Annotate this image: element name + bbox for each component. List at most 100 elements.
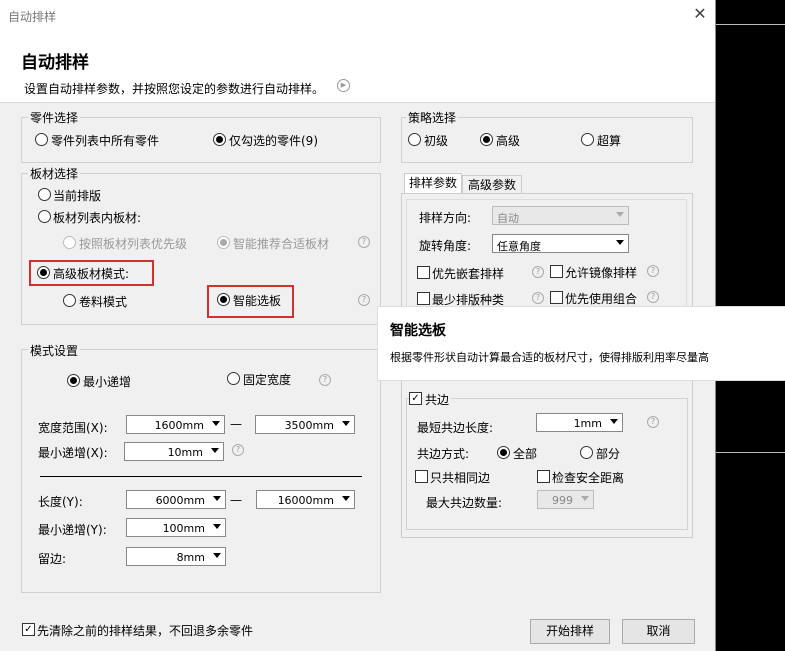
smart-select-tooltip: 智能选板 根据零件形状自动计算最合适的板材尺寸，使得排版利用率尽量高 xyxy=(377,306,785,381)
common-edge-title: 共边 xyxy=(423,391,452,408)
rotation-label: 旋转角度: xyxy=(419,239,472,253)
parts-all-radio[interactable] xyxy=(35,133,48,146)
auto-nest-dialog: 自动排样 ✕ 自动排样 设置自动排样参数，并按照您设定的参数进行自动排样。 ▶ … xyxy=(0,0,785,651)
help-icon[interactable]: ? xyxy=(358,236,370,248)
min-y-label: 最小递增(Y): xyxy=(38,523,107,537)
mode-min-radio[interactable] xyxy=(67,374,80,387)
range-dash: — xyxy=(230,417,242,431)
mode-fixed-label: 固定宽度 xyxy=(243,373,292,387)
edge-mode-part-label: 部分 xyxy=(596,447,621,461)
parts-checked-radio[interactable] xyxy=(213,133,226,146)
help-icon[interactable]: ? xyxy=(647,265,659,277)
window-title: 自动排样 xyxy=(8,10,57,24)
background-line xyxy=(716,24,785,25)
edge-mode-all-radio[interactable] xyxy=(497,446,510,459)
safe-distance-label: 检查安全距离 xyxy=(552,471,625,485)
range-dash: — xyxy=(230,493,242,507)
plate-coil-radio[interactable] xyxy=(63,294,76,307)
common-edge-checkbox[interactable]: ✓ xyxy=(409,392,422,405)
title-bar: 自动排样 ✕ xyxy=(0,0,715,30)
safe-distance-checkbox[interactable] xyxy=(537,470,550,483)
plate-advanced-label: 高级板材模式: xyxy=(53,267,130,281)
edge-mode-all-label: 全部 xyxy=(513,447,538,461)
length-to-select[interactable]: 16000mm xyxy=(256,490,355,509)
help-icon[interactable]: ? xyxy=(319,374,331,386)
plate-priority-label: 按照板材列表优先级 xyxy=(79,237,188,251)
help-icon[interactable]: ? xyxy=(532,266,544,278)
plate-advanced-radio[interactable] xyxy=(37,266,50,279)
same-edge-checkbox[interactable] xyxy=(415,470,428,483)
plate-smart-select-radio[interactable] xyxy=(217,293,230,306)
mirror-checkbox[interactable] xyxy=(550,265,563,278)
edge-mode-part-radio[interactable] xyxy=(580,446,593,459)
direction-label: 排样方向: xyxy=(419,211,472,225)
parts-checked-label: 仅勾选的零件(9) xyxy=(229,134,318,148)
page-title: 自动排样 xyxy=(21,53,89,73)
divider xyxy=(40,476,362,477)
mode-min-label: 最小递增 xyxy=(83,375,132,389)
tab-advanced-params[interactable]: 高级参数 xyxy=(462,175,522,193)
help-icon[interactable]: ? xyxy=(358,294,370,306)
strategy-basic-label: 初级 xyxy=(424,134,449,148)
strategy-group-title: 策略选择 xyxy=(406,109,459,126)
max-edges-select[interactable]: 999 xyxy=(537,490,594,509)
cancel-button[interactable]: 取消 xyxy=(622,619,695,644)
same-edge-label: 只共相同边 xyxy=(430,471,491,485)
mode-fixed-radio[interactable] xyxy=(227,372,240,385)
min-x-select[interactable]: 10mm xyxy=(124,442,224,461)
width-to-select[interactable]: 3500mm xyxy=(255,415,355,434)
help-icon[interactable]: ? xyxy=(647,291,659,303)
clear-previous-checkbox[interactable]: ✓ xyxy=(22,623,35,636)
plate-priority-radio[interactable] xyxy=(63,236,76,249)
help-icon[interactable]: ? xyxy=(232,444,244,456)
parts-all-label: 零件列表中所有零件 xyxy=(51,134,160,148)
help-icon[interactable]: ? xyxy=(647,416,659,428)
plate-current-radio[interactable] xyxy=(38,188,51,201)
plate-list-label: 板材列表内板材: xyxy=(53,211,142,225)
background-line xyxy=(716,452,785,453)
page-subtitle: 设置自动排样参数，并按照您设定的参数进行自动排样。 xyxy=(24,82,325,96)
direction-select[interactable]: 自动 xyxy=(492,206,629,225)
clear-previous-label: 先清除之前的排样结果，不回退多余零件 xyxy=(37,624,254,638)
plate-current-label: 当前排版 xyxy=(53,189,102,203)
length-from-select[interactable]: 6000mm xyxy=(126,490,226,509)
width-range-label: 宽度范围(X): xyxy=(38,421,108,435)
strategy-super-radio[interactable] xyxy=(581,133,594,146)
header: 自动排样 设置自动排样参数，并按照您设定的参数进行自动排样。 ▶ xyxy=(0,30,715,103)
strategy-advanced-radio[interactable] xyxy=(480,133,493,146)
nested-first-label: 优先嵌套排样 xyxy=(432,267,505,281)
strategy-super-label: 超算 xyxy=(597,134,622,148)
start-nest-button[interactable]: 开始排样 xyxy=(530,619,610,644)
tooltip-title: 智能选板 xyxy=(390,323,446,339)
width-from-select[interactable]: 1600mm xyxy=(126,415,225,434)
nested-first-checkbox[interactable] xyxy=(417,266,430,279)
combo-first-label: 优先使用组合 xyxy=(565,292,638,306)
strategy-basic-radio[interactable] xyxy=(408,133,421,146)
parts-group-title: 零件选择 xyxy=(28,109,81,126)
margin-select[interactable]: 8mm xyxy=(126,547,226,566)
edge-mode-label: 共边方式: xyxy=(417,447,470,461)
min-y-select[interactable]: 100mm xyxy=(126,518,226,537)
plate-list-radio[interactable] xyxy=(38,210,51,223)
plate-smart-recommend-radio[interactable] xyxy=(217,236,230,249)
tooltip-description: 根据零件形状自动计算最合适的板材尺寸，使得排版利用率尽量高 xyxy=(390,351,709,364)
max-edges-label: 最大共边数量: xyxy=(426,496,503,510)
play-icon[interactable]: ▶ xyxy=(337,79,350,92)
mode-group-title: 模式设置 xyxy=(28,342,81,359)
min-x-label: 最小递增(X): xyxy=(38,446,108,460)
plate-smart-recommend-label: 智能推荐合适板材 xyxy=(233,237,330,251)
strategy-advanced-label: 高级 xyxy=(496,134,521,148)
close-icon[interactable]: ✕ xyxy=(692,6,708,22)
min-edge-length-select[interactable]: 1mm xyxy=(536,413,623,432)
min-edge-length-label: 最短共边长度: xyxy=(417,421,494,435)
plate-smart-select-label: 智能选板 xyxy=(233,294,282,308)
margin-label: 留边: xyxy=(38,552,67,566)
help-icon[interactable]: ? xyxy=(532,292,544,304)
tab-nest-params[interactable]: 排样参数 xyxy=(404,173,462,193)
plate-coil-label: 卷料模式 xyxy=(79,295,128,309)
combo-first-checkbox[interactable] xyxy=(550,291,563,304)
mirror-label: 允许镜像排样 xyxy=(565,266,638,280)
length-label: 长度(Y): xyxy=(38,495,83,509)
min-types-checkbox[interactable] xyxy=(417,292,430,305)
rotation-select[interactable]: 任意角度 xyxy=(492,234,629,253)
